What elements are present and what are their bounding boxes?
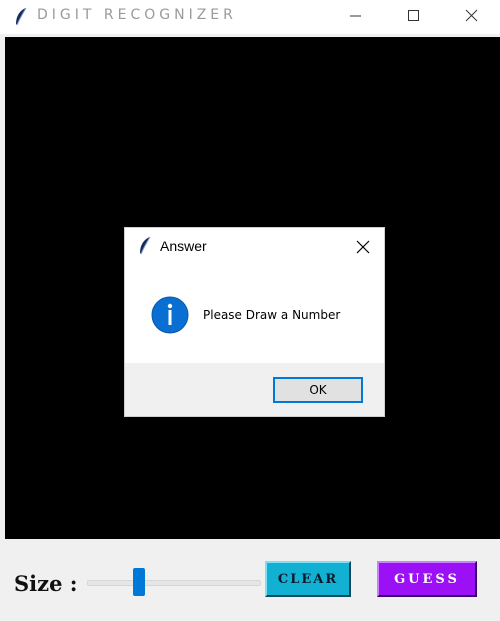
close-button[interactable]	[448, 0, 494, 32]
dialog-message: Please Draw a Number	[203, 308, 341, 322]
size-slider-track[interactable]	[87, 580, 261, 586]
guess-button[interactable]: GUESS	[377, 561, 477, 597]
app-window: DIGIT RECOGNIZER Size : CLEAR GUESS Answ…	[0, 0, 500, 621]
minimize-button[interactable]	[332, 0, 378, 32]
info-icon	[151, 296, 189, 334]
size-slider-thumb[interactable]	[133, 568, 145, 596]
ok-button[interactable]: OK	[273, 377, 363, 403]
close-icon	[348, 240, 378, 262]
feather-icon	[138, 236, 152, 256]
maximize-button[interactable]	[390, 0, 436, 32]
feather-icon	[14, 7, 28, 27]
title-bar[interactable]: DIGIT RECOGNIZER	[0, 0, 500, 34]
answer-dialog: Answer Please Draw a Number OK	[125, 228, 384, 416]
clear-button[interactable]: CLEAR	[265, 561, 351, 597]
dialog-close-button[interactable]	[348, 236, 378, 258]
size-label: Size :	[14, 571, 78, 596]
dialog-title: Answer	[160, 238, 207, 254]
window-title: DIGIT RECOGNIZER	[37, 7, 237, 23]
